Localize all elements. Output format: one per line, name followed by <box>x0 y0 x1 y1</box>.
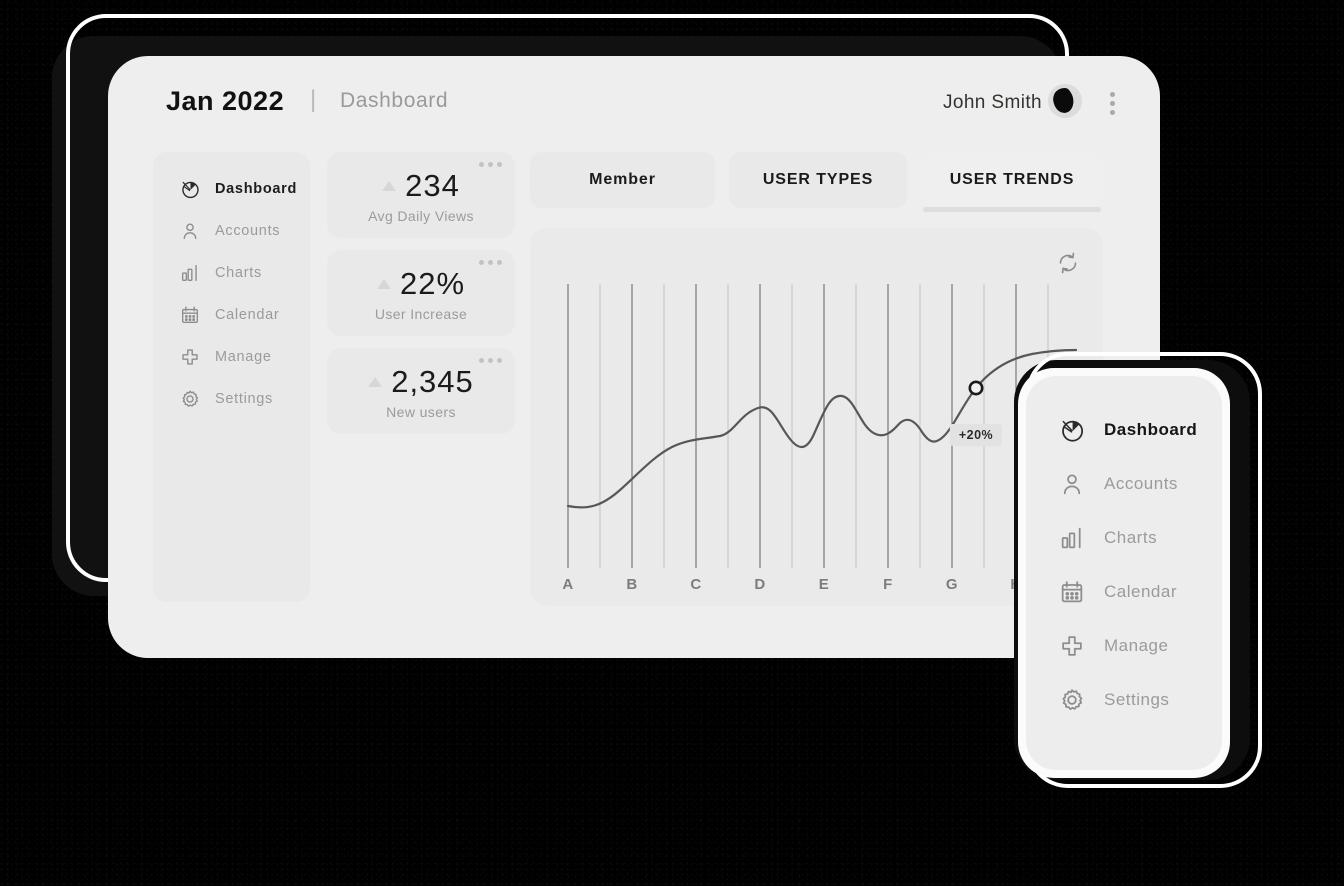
stat-value: 2,345 <box>391 364 474 399</box>
stat-card-menu-button[interactable] <box>479 358 502 363</box>
x-axis-tick-label: D <box>754 576 766 593</box>
phone-menu-item-label: Charts <box>1104 528 1158 547</box>
gear-icon <box>1062 689 1083 710</box>
tab-user-types[interactable]: USER TYPES <box>729 152 907 208</box>
user-icon <box>183 223 197 240</box>
stat-value-row: 2,345 <box>327 366 515 397</box>
plus-icon <box>1062 636 1082 656</box>
sidebar-item-label: Settings <box>215 391 273 407</box>
stat-card-menu-button[interactable] <box>479 162 502 167</box>
stat-value-row: 234 <box>327 170 515 201</box>
trend-up-icon <box>376 278 391 289</box>
stat-value: 234 <box>405 168 460 203</box>
sidebar-item-dashboard[interactable]: Dashboard <box>179 176 297 202</box>
stat-value-row: 22% <box>327 268 515 299</box>
x-axis-tick-label: B <box>626 576 638 593</box>
tab-label: Member <box>589 171 656 188</box>
sidebar-item-label: Charts <box>215 265 262 281</box>
dot <box>479 358 484 363</box>
dot <box>479 162 484 167</box>
stat-value: 22% <box>399 266 466 301</box>
sidebar: Dashboard Accounts Charts Calendar Manage Set… <box>153 152 310 602</box>
tab-user-trends[interactable]: USER TRENDS <box>921 152 1103 212</box>
bar-chart-icon <box>1061 527 1081 549</box>
pie-chart-icon <box>182 181 199 199</box>
phone-menu-item-charts[interactable]: Charts <box>1058 522 1157 554</box>
phone-menu-item-dashboard[interactable]: Dashboard <box>1058 414 1197 446</box>
user-name-label: John Smith <box>942 92 1042 113</box>
sidebar-item-label: Calendar <box>215 307 280 323</box>
stat-card[interactable]: 2,345 New users <box>327 348 515 434</box>
user-avatar-icon <box>1048 84 1082 118</box>
dot <box>497 162 502 167</box>
refresh-button[interactable] <box>1055 250 1081 276</box>
sidebar-item-manage[interactable]: Manage <box>179 344 272 370</box>
phone-menu-item-label: Manage <box>1104 636 1169 655</box>
avatar[interactable] <box>1048 84 1082 118</box>
dashboard-panel: Jan 2022 | Dashboard John Smith Dashboar… <box>108 56 1160 658</box>
dot <box>497 260 502 265</box>
x-axis-tick-label: E <box>818 576 830 593</box>
x-axis-tick-label: F <box>883 576 893 593</box>
stat-card-menu-button[interactable] <box>479 260 502 265</box>
dot <box>488 162 493 167</box>
phone-menu-item-accounts[interactable]: Accounts <box>1058 468 1178 500</box>
dot <box>479 260 484 265</box>
page-title: Jan 2022 <box>166 86 285 116</box>
stat-card[interactable]: 234 Avg Daily Views <box>327 152 515 238</box>
dot <box>1110 92 1115 97</box>
calendar-icon <box>1061 581 1083 603</box>
x-axis-tick-label: A <box>562 576 574 593</box>
user-icon <box>1063 474 1081 495</box>
tab-label: USER TRENDS <box>949 171 1075 188</box>
phone-menu-item-label: Calendar <box>1104 582 1177 601</box>
chart-marker-point[interactable] <box>968 380 984 396</box>
tab-member[interactable]: Member <box>530 152 715 208</box>
header-separator: | <box>310 86 317 113</box>
x-axis-tick-label: C <box>690 576 702 593</box>
panel-header: Jan 2022 | Dashboard John Smith <box>108 56 1160 148</box>
phone-menu-item-label: Dashboard <box>1104 420 1198 439</box>
header-menu-button[interactable] <box>1110 92 1116 115</box>
sidebar-item-calendar[interactable]: Calendar <box>179 302 279 328</box>
stat-label: Avg Daily Views <box>368 208 474 224</box>
dot <box>1110 101 1115 106</box>
pie-chart-icon <box>1062 420 1084 442</box>
phone-menu-item-label: Settings <box>1104 690 1170 709</box>
bar-chart-icon <box>181 264 197 282</box>
dot <box>488 358 493 363</box>
calendar-icon <box>181 306 199 324</box>
sidebar-item-label: Manage <box>215 349 272 365</box>
chart-x-axis: ABCDEFGH <box>562 576 1082 598</box>
sidebar-item-label: Accounts <box>215 223 281 239</box>
dot <box>1110 110 1115 115</box>
phone-device: Dashboard Accounts Charts Calendar Manage Set… <box>1018 368 1230 778</box>
sidebar-item-charts[interactable]: Charts <box>179 260 262 286</box>
phone-menu-item-calendar[interactable]: Calendar <box>1058 576 1177 608</box>
stat-label: User Increase <box>374 306 468 322</box>
phone-screen: Dashboard Accounts Charts Calendar Manage Set… <box>1026 376 1222 770</box>
dot <box>488 260 493 265</box>
phone-menu-item-label: Accounts <box>1104 474 1178 493</box>
phone-menu-item-manage[interactable]: Manage <box>1058 630 1168 662</box>
x-axis-tick-label: G <box>945 576 959 593</box>
tab-label: USER TYPES <box>762 171 874 188</box>
trend-up-icon <box>368 376 383 387</box>
dot <box>497 358 502 363</box>
refresh-icon <box>1059 252 1077 274</box>
sidebar-item-accounts[interactable]: Accounts <box>179 218 280 244</box>
stat-card[interactable]: 22% User Increase <box>327 250 515 336</box>
sidebar-item-settings[interactable]: Settings <box>179 386 273 412</box>
sidebar-item-label: Dashboard <box>215 181 298 197</box>
breadcrumb: Dashboard <box>340 89 449 112</box>
gear-icon <box>182 390 199 407</box>
phone-menu-item-settings[interactable]: Settings <box>1058 684 1169 716</box>
trend-line-chart <box>566 284 1078 568</box>
trend-up-icon <box>382 180 397 191</box>
plus-icon <box>182 349 198 365</box>
stat-label: New users <box>386 404 456 420</box>
chart-annotation-badge: +20% <box>949 424 1003 446</box>
